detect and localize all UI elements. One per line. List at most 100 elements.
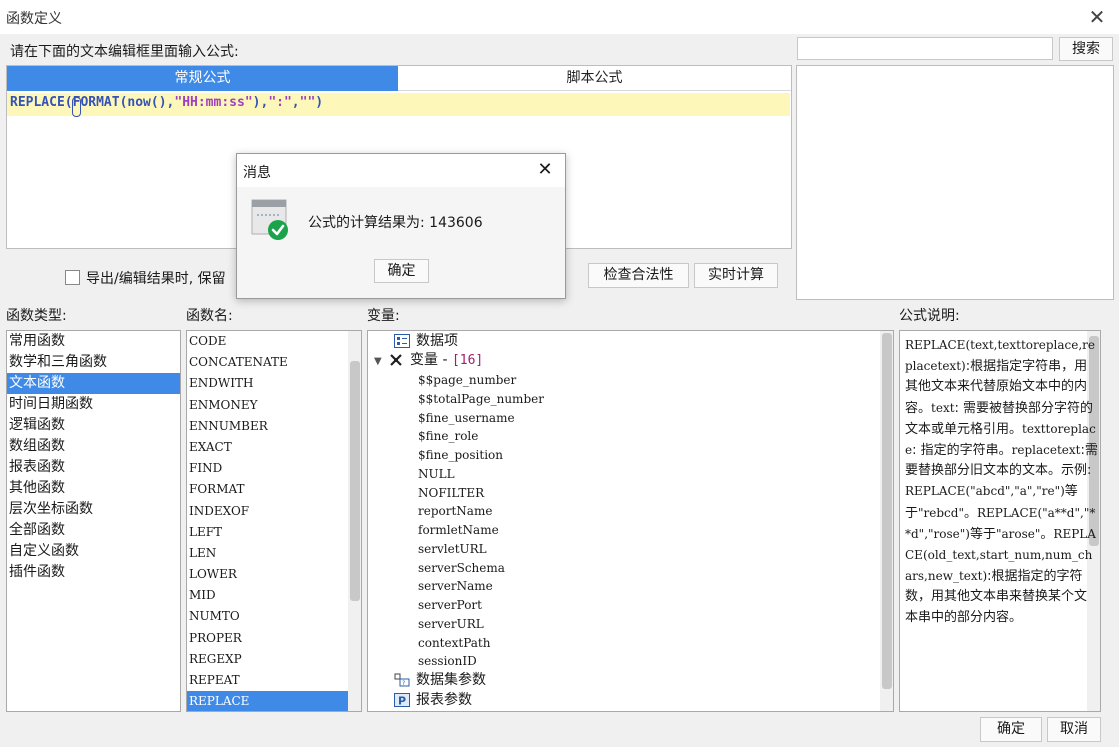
function-name-item[interactable]: FORMAT xyxy=(187,479,348,500)
formula-token: ) xyxy=(315,95,324,110)
variable-item[interactable]: servletURL xyxy=(418,540,487,559)
function-type-item[interactable]: 时间日期函数 xyxy=(7,394,180,415)
variables-scrollbar[interactable] xyxy=(880,331,893,711)
variable-item[interactable]: serverSchema xyxy=(418,559,505,578)
function-type-item[interactable]: 数组函数 xyxy=(7,436,180,457)
dataset-param-icon: ? xyxy=(394,673,410,687)
tree-label: 变量 - xyxy=(410,352,452,368)
function-type-item[interactable]: 文本函数 xyxy=(7,373,180,394)
variable-item[interactable]: contextPath xyxy=(418,634,490,653)
function-type-item[interactable]: 自定义函数 xyxy=(7,541,180,562)
check-validity-button[interactable]: 检查合法性 xyxy=(588,263,689,288)
description-segment: 示例: xyxy=(1061,463,1092,479)
function-name-item[interactable]: REGEXP xyxy=(187,649,348,670)
variable-item[interactable]: $$page_number xyxy=(418,371,516,390)
svg-text:?: ? xyxy=(402,680,405,687)
description-segment: REPLACE("abcd","a","re") xyxy=(905,484,1065,499)
variables-tree[interactable]: 数据项 ▼ 变量 - [16] $$page_number $$totalPage_… xyxy=(367,330,894,712)
function-type-item[interactable]: 其他函数 xyxy=(7,478,180,499)
formula-desc-label: 公式说明: xyxy=(899,308,960,324)
variable-item[interactable]: reportName xyxy=(418,502,492,521)
variables-label: 变量: xyxy=(367,308,400,324)
function-name-item[interactable]: ENMONEY xyxy=(187,395,348,416)
function-name-item[interactable]: CODE xyxy=(187,331,348,352)
formula-text[interactable]: REPLACE(FORMAT(now(),"HH:mm:ss"),":","") xyxy=(10,95,323,110)
tab-script-formula[interactable]: 脚本公式 xyxy=(398,66,791,91)
function-name-item[interactable]: INDEXOF xyxy=(187,501,348,522)
window-close-icon[interactable]: ✕ xyxy=(1086,6,1108,28)
description-segment: 等于 xyxy=(969,526,996,542)
variable-item[interactable]: serverName xyxy=(418,577,493,596)
tree-label: 数据项 xyxy=(416,333,458,349)
function-name-item[interactable]: LOWER xyxy=(187,564,348,585)
realtime-calc-button[interactable]: 实时计算 xyxy=(694,263,778,288)
formula-token: ), xyxy=(252,95,269,110)
window-title: 函数定义 xyxy=(6,11,62,27)
variables-scroll-thumb[interactable] xyxy=(882,333,892,689)
function-name-label: 函数名: xyxy=(186,308,233,324)
variable-item[interactable]: $fine_position xyxy=(418,446,503,465)
description-segment: "rebcd" xyxy=(918,505,964,520)
function-type-item[interactable]: 数学和三角函数 xyxy=(7,352,180,373)
ok-button[interactable]: 确定 xyxy=(980,717,1042,742)
description-segment: : 指定的字符串。 xyxy=(912,443,1012,459)
search-button[interactable]: 搜索 xyxy=(1059,37,1113,61)
collapse-arrow-icon[interactable]: ▼ xyxy=(374,352,388,371)
dialog-ok-button[interactable]: 确定 xyxy=(374,259,429,283)
function-name-item[interactable]: MID xyxy=(187,585,348,606)
search-results-panel xyxy=(796,65,1114,300)
function-type-list[interactable]: 常用函数 数学和三角函数 文本函数 时间日期函数 逻辑函数 数组函数 报表函数 其他函数 层次坐… xyxy=(6,330,181,712)
function-list-scroll-thumb[interactable] xyxy=(350,361,360,601)
variable-item[interactable]: $fine_username xyxy=(418,409,515,428)
function-name-item[interactable]: NUMTO xyxy=(187,606,348,627)
tree-node-report-params[interactable]: P 报表参数 xyxy=(394,691,472,710)
function-type-item[interactable]: 逻辑函数 xyxy=(7,415,180,436)
tab-regular-formula[interactable]: 常规公式 xyxy=(7,66,398,91)
function-name-item[interactable]: PROPER xyxy=(187,628,348,649)
variable-item[interactable]: NOFILTER xyxy=(418,484,484,503)
function-type-item[interactable]: 常用函数 xyxy=(7,331,180,352)
function-list-scrollbar[interactable] xyxy=(348,331,361,711)
dialog-close-icon[interactable]: ✕ xyxy=(535,160,555,180)
variable-item[interactable]: $fine_role xyxy=(418,427,478,446)
function-name-list[interactable]: CODE CONCATENATE ENDWITH ENMONEY ENNUMBER EXA… xyxy=(186,330,362,712)
variable-item[interactable]: serverPort xyxy=(418,596,482,615)
cancel-button[interactable]: 取消 xyxy=(1047,717,1101,742)
tree-label: 数据集参数 xyxy=(416,672,486,688)
function-name-item[interactable]: CONCATENATE xyxy=(187,352,348,373)
keep-formula-checkbox[interactable] xyxy=(65,270,80,285)
tree-node-variables[interactable]: ▼ 变量 - [16] xyxy=(374,351,483,370)
function-name-item[interactable]: FIND xyxy=(187,458,348,479)
tree-node-data-items[interactable]: 数据项 xyxy=(394,332,458,351)
function-name-item[interactable]: EXACT xyxy=(187,437,348,458)
variable-item[interactable]: formletName xyxy=(418,521,499,540)
function-type-item[interactable]: 报表函数 xyxy=(7,457,180,478)
variable-item[interactable]: $$totalPage_number xyxy=(418,390,544,409)
function-name-item[interactable]: REPEAT xyxy=(187,670,348,691)
dialog-title: 消息 xyxy=(243,165,271,181)
function-name-item[interactable]: ENDWITH xyxy=(187,373,348,394)
function-name-item[interactable]: ENNUMBER xyxy=(187,416,348,437)
variable-item[interactable]: sessionID xyxy=(418,652,477,671)
function-name-item[interactable]: LEN xyxy=(187,543,348,564)
variable-item[interactable]: NULL xyxy=(418,465,455,484)
description-segment: 。 xyxy=(1040,526,1054,542)
function-name-item[interactable]: LEFT xyxy=(187,522,348,543)
data-item-icon xyxy=(394,334,410,348)
formula-token: , xyxy=(291,95,300,110)
tree-label: 报表参数 xyxy=(416,692,472,708)
function-type-item[interactable]: 插件函数 xyxy=(7,562,180,583)
dialog-title-bar xyxy=(237,154,565,187)
keep-formula-label: 导出/编辑结果时, 保留 xyxy=(86,271,226,287)
dialog-message: 公式的计算结果为: 143606 xyxy=(308,215,483,231)
tree-node-dataset-params[interactable]: ? 数据集参数 xyxy=(394,671,486,690)
variable-item[interactable]: serverURL xyxy=(418,615,484,634)
function-name-item[interactable]: REPLACE xyxy=(187,691,348,711)
formula-string: ":" xyxy=(268,95,292,110)
function-type-item[interactable]: 层次坐标函数 xyxy=(7,499,180,520)
variable-count: [16] xyxy=(451,353,484,368)
function-type-item[interactable]: 全部函数 xyxy=(7,520,180,541)
formula-string: "" xyxy=(299,95,316,110)
message-dialog: 消息 ✕ 公式的计算结果为: 143606 确定 xyxy=(236,153,566,299)
search-input[interactable] xyxy=(797,37,1053,60)
